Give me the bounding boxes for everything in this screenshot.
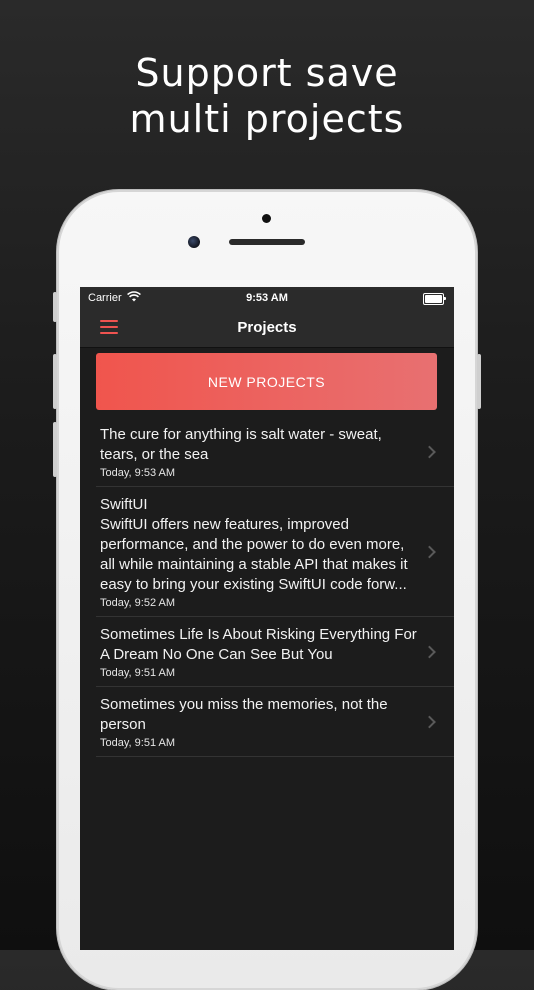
project-date: Today, 9:52 AM [100,597,176,609]
project-date: Today, 9:53 AM [100,467,176,479]
headline-line-1: Support save [135,51,399,95]
project-body: SwiftUI offers new features, improved pe… [100,516,408,593]
front-camera [188,236,200,248]
battery-icon [423,293,446,305]
app-screen: Carrier 9:53 AM Projects NEW PROJECTS Th… [80,287,454,950]
chevron-right-icon [423,445,436,458]
power-button [477,354,481,409]
chevron-right-icon [423,645,436,658]
chevron-right-icon [423,545,436,558]
project-title: Sometimes you miss the memories, not the… [100,696,388,733]
page-title: Projects [237,319,297,336]
project-row[interactable]: Sometimes Life Is About Risking Everythi… [96,617,454,687]
project-title: SwiftUI [100,496,148,513]
volume-down-button [53,422,57,477]
project-title: Sometimes Life Is About Risking Everythi… [100,626,417,663]
project-row[interactable]: Sometimes you miss the memories, not the… [96,687,454,757]
silent-switch [53,292,57,322]
project-title: The cure for anything is salt water - sw… [100,426,382,463]
status-bar: Carrier 9:53 AM [80,287,454,309]
project-row[interactable]: SwiftUI SwiftUI offers new features, imp… [96,487,454,617]
new-projects-button[interactable]: NEW PROJECTS [96,353,437,410]
volume-up-button [53,354,57,409]
headline: Support save multi projects [0,50,534,142]
status-time: 9:53 AM [246,292,288,304]
headline-line-2: multi projects [129,97,405,141]
earpiece-speaker [229,239,305,245]
proximity-sensor [262,214,271,223]
navigation-bar: Projects [80,309,454,348]
projects-list: The cure for anything is salt water - sw… [96,417,454,757]
project-row[interactable]: The cure for anything is salt water - sw… [96,417,454,487]
chevron-right-icon [423,715,436,728]
project-date: Today, 9:51 AM [100,737,176,749]
project-date: Today, 9:51 AM [100,667,176,679]
